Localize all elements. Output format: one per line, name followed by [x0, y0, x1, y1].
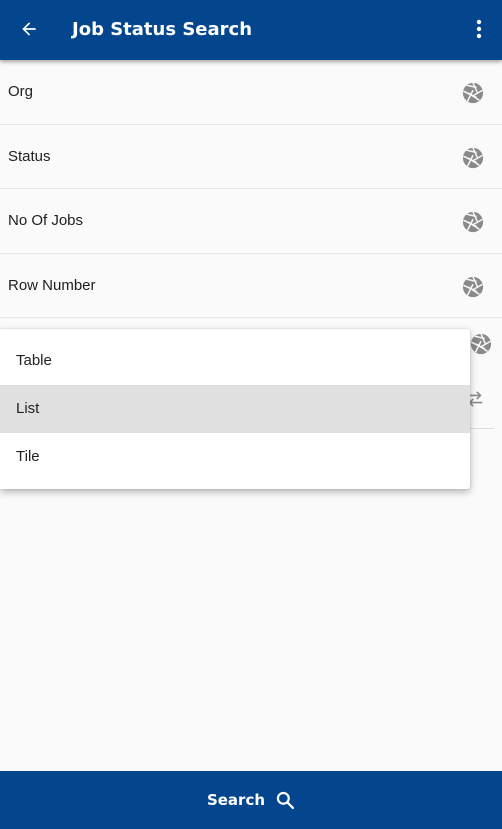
field-list: Org Status No Of Jobs Row Number — [0, 60, 502, 318]
aperture-icon[interactable] — [462, 147, 484, 169]
menu-item-tile[interactable]: Tile — [0, 433, 470, 481]
aperture-icon[interactable] — [462, 211, 484, 233]
aperture-icon[interactable] — [462, 82, 484, 104]
field-row-no-of-jobs[interactable]: No Of Jobs — [0, 189, 502, 254]
field-label: Org — [8, 83, 34, 100]
aperture-icon[interactable] — [462, 276, 484, 298]
view-type-menu: Table List Tile — [0, 329, 470, 489]
menu-item-list[interactable]: List — [0, 385, 470, 433]
more-vert-icon — [476, 19, 482, 39]
back-button[interactable] — [12, 12, 46, 46]
aperture-icon[interactable] — [470, 333, 492, 355]
search-button[interactable]: Search — [0, 771, 502, 829]
arrow-left-icon — [22, 22, 36, 36]
field-row-org[interactable]: Org — [0, 60, 502, 125]
app-bar: Job Status Search — [0, 0, 502, 60]
page-title: Job Status Search — [72, 19, 253, 40]
field-label: Status — [8, 147, 51, 165]
more-options-button[interactable] — [464, 14, 494, 44]
divider — [470, 428, 494, 429]
field-row-row-number[interactable]: Row Number — [0, 254, 502, 318]
field-label: Row Number — [8, 276, 96, 294]
menu-item-table[interactable]: Table — [0, 337, 470, 385]
field-label: No Of Jobs — [8, 212, 84, 229]
search-icon — [276, 791, 295, 810]
field-row-status[interactable]: Status — [0, 125, 502, 189]
search-button-label: Search — [206, 791, 266, 809]
